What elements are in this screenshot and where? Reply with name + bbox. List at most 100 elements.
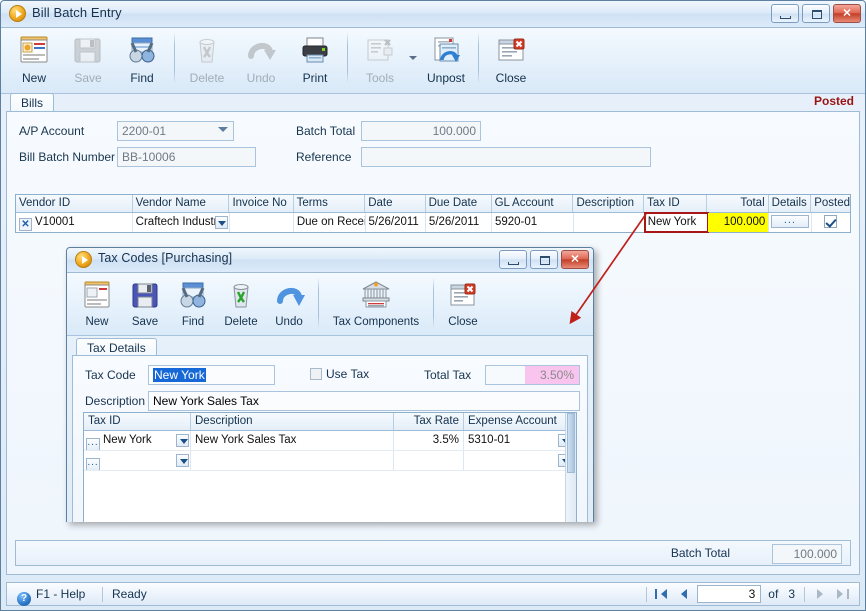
batch-total-input[interactable]: 100.000 xyxy=(361,121,481,141)
cell-gl-account[interactable]: 5920-01 xyxy=(492,213,574,232)
nav-current-record-input[interactable]: 3 xyxy=(697,585,762,603)
cell-invoice-no[interactable] xyxy=(230,213,294,232)
col-vendor-name[interactable]: Vendor Name xyxy=(133,195,230,212)
col-due-date[interactable]: Due Date xyxy=(426,195,492,212)
col-date[interactable]: Date xyxy=(365,195,426,212)
dialog-tax-components-label: Tax Components xyxy=(332,316,420,328)
toolbar-save-button[interactable]: Save xyxy=(61,28,115,90)
dialog-delete-button[interactable]: Delete xyxy=(217,273,265,332)
help-hint-label: F1 - Help xyxy=(36,587,86,601)
col-details[interactable]: Details xyxy=(769,195,812,212)
main-titlebar: Bill Batch Entry ✕ xyxy=(1,1,865,28)
use-tax-checkbox[interactable] xyxy=(310,368,322,380)
cell-details[interactable]: ... xyxy=(769,213,812,232)
cell-due-date[interactable]: 5/26/2011 xyxy=(426,213,492,232)
table-row[interactable]: ✕ V10001 Craftech Industri Due on Recei 5… xyxy=(16,212,850,233)
total-tax-label: Total Tax xyxy=(424,368,472,382)
tax-cell-expense-account[interactable]: 5310-01 xyxy=(464,431,572,450)
tax-col-tax-rate[interactable]: Tax Rate xyxy=(394,413,464,430)
close-button[interactable]: ✕ xyxy=(833,4,861,23)
toolbar-delete-button[interactable]: Delete xyxy=(180,28,234,90)
tax-cell-tax-id[interactable]: ... New York xyxy=(84,431,191,450)
dialog-find-button[interactable]: Find xyxy=(169,273,217,332)
bills-grid-header: Vendor ID Vendor Name Invoice No Terms D… xyxy=(16,195,850,213)
tax-id-chevron-down-icon[interactable] xyxy=(176,454,189,467)
dialog-close-button[interactable]: ✕ xyxy=(561,250,589,269)
ap-account-select[interactable]: 2200-01 xyxy=(117,121,234,141)
tax-grid-row[interactable]: ... New York New York Sales Tax 3.5% 5310… xyxy=(84,431,576,451)
tax-cell-description[interactable]: New York Sales Tax xyxy=(191,431,394,450)
toolbar-undo-button[interactable]: Undo xyxy=(234,28,288,90)
dialog-close-toolbar-button[interactable]: Close xyxy=(439,273,487,332)
toolbar-tools-button[interactable]: Tools xyxy=(353,28,407,90)
toolbar-unpost-button[interactable]: Unpost xyxy=(419,28,473,90)
total-tax-field[interactable]: 3.50% xyxy=(485,365,580,385)
col-total[interactable]: Total xyxy=(707,195,769,212)
cell-total[interactable]: 100.000 xyxy=(707,213,770,232)
use-tax-checkbox-group[interactable]: Use Tax xyxy=(310,367,369,381)
dialog-client-area: Tax Details Tax Code New York Use Tax To… xyxy=(72,338,588,522)
col-gl-account[interactable]: GL Account xyxy=(492,195,574,212)
col-vendor-id[interactable]: Vendor ID xyxy=(16,195,133,212)
tax-cell-expense-account[interactable] xyxy=(464,451,572,470)
tax-cell-tax-id[interactable]: ... xyxy=(84,451,191,470)
tax-col-tax-id[interactable]: Tax ID xyxy=(84,413,191,430)
nav-next-button[interactable] xyxy=(811,585,829,603)
tax-description-input[interactable]: New York Sales Tax xyxy=(148,391,580,411)
tax-cell-tax-rate[interactable]: 3.5% xyxy=(394,431,464,450)
cell-date[interactable]: 5/26/2011 xyxy=(366,213,426,232)
dialog-maximize-button[interactable] xyxy=(530,250,558,269)
footer-batch-total-label: Batch Total xyxy=(670,546,730,560)
dialog-save-button[interactable]: Save xyxy=(121,273,169,332)
maximize-button[interactable] xyxy=(802,4,830,23)
dialog-minimize-button[interactable] xyxy=(499,250,527,269)
cell-posted[interactable] xyxy=(812,213,850,232)
help-hint[interactable]: ? F1 - Help xyxy=(17,587,85,606)
trash-delete-icon xyxy=(190,34,224,66)
tax-id-lookup-ellipsis-button[interactable]: ... xyxy=(86,438,100,450)
tax-col-description[interactable]: Description xyxy=(191,413,394,430)
toolbar-find-button[interactable]: Find xyxy=(115,28,169,90)
col-posted[interactable]: Posted xyxy=(811,195,850,212)
cell-terms[interactable]: Due on Recei xyxy=(294,213,366,232)
details-ellipsis-button[interactable]: ... xyxy=(771,215,809,228)
nav-last-button[interactable] xyxy=(833,585,851,603)
cell-vendor-id[interactable]: ✕ V10001 xyxy=(16,213,133,232)
dialog-undo-button[interactable]: Undo xyxy=(265,273,313,332)
col-terms[interactable]: Terms xyxy=(294,195,366,212)
tax-id-chevron-down-icon[interactable] xyxy=(176,434,189,447)
tax-cell-tax-rate[interactable] xyxy=(394,451,464,470)
bills-grid: Vendor ID Vendor Name Invoice No Terms D… xyxy=(15,194,851,233)
toolbar-close-button[interactable]: Close xyxy=(484,28,538,90)
nav-prev-button[interactable] xyxy=(675,585,693,603)
minimize-button[interactable] xyxy=(771,4,799,23)
tax-col-expense-account[interactable]: Expense Account xyxy=(464,413,572,430)
nav-first-button[interactable] xyxy=(653,585,671,603)
col-tax-id[interactable]: Tax ID xyxy=(644,195,708,212)
tax-grid-row[interactable]: ... xyxy=(84,451,576,471)
toolbar-new-button[interactable]: New xyxy=(7,28,61,90)
posted-checkbox[interactable] xyxy=(824,215,838,228)
tax-code-input[interactable]: New York xyxy=(148,365,275,385)
dialog-new-button[interactable]: New xyxy=(73,273,121,332)
tax-grid-scrollbar[interactable] xyxy=(565,413,576,522)
bill-batch-number-input[interactable]: BB-10006 xyxy=(117,147,256,167)
toolbar-print-label: Print xyxy=(302,71,328,85)
tab-bills[interactable]: Bills xyxy=(10,93,55,112)
cell-tax-id[interactable]: New York xyxy=(643,212,709,233)
dialog-tax-components-button[interactable]: Tax Components xyxy=(324,273,428,332)
posted-status-flag: Posted xyxy=(813,94,854,108)
cell-vendor-name[interactable]: Craftech Industri xyxy=(133,213,230,232)
cell-description[interactable] xyxy=(574,213,645,232)
tools-dropdown-arrow-icon[interactable] xyxy=(407,28,419,90)
tax-id-lookup-ellipsis-button[interactable]: ... xyxy=(86,458,100,470)
vendor-name-chevron-down-icon[interactable] xyxy=(214,216,228,229)
tax-cell-description[interactable] xyxy=(191,451,394,470)
col-invoice-no[interactable]: Invoice No xyxy=(229,195,294,212)
toolbar-print-button[interactable]: Print xyxy=(288,28,342,90)
tax-grid-scrollbar-thumb[interactable] xyxy=(567,413,575,473)
col-description[interactable]: Description xyxy=(573,195,645,212)
window-title: Bill Batch Entry xyxy=(32,5,122,20)
row-delete-x-icon[interactable]: ✕ xyxy=(19,218,32,231)
reference-input[interactable] xyxy=(361,147,651,167)
